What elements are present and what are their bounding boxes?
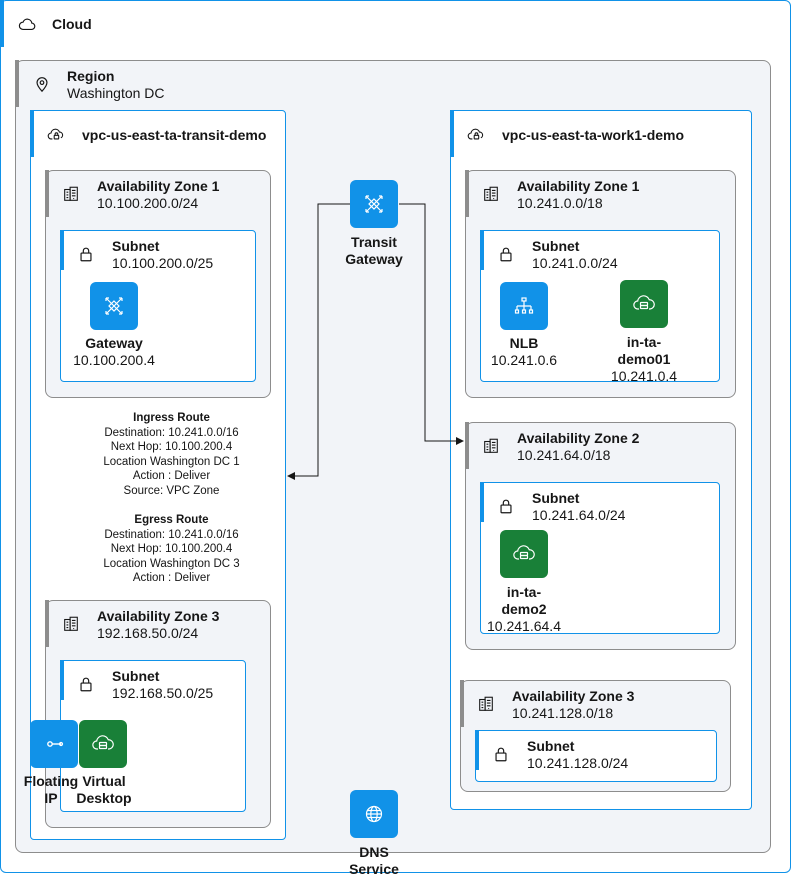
server-ip: 10.241.64.4 (487, 618, 561, 634)
egress-route: Egress Route Destination: 10.241.0.0/16 … (40, 513, 303, 586)
building-icon (62, 615, 80, 633)
subnet-accent-bar (60, 660, 64, 700)
subnet-accent-bar (60, 230, 64, 270)
server-name: in-ta- (506, 584, 542, 600)
egress-route-line: Next Hop: 10.100.200.4 (110, 543, 233, 555)
server-name: demo01 (617, 351, 671, 367)
ingress-route-line: Next Hop: 10.100.200.4 (110, 441, 233, 453)
lock-icon (77, 245, 95, 263)
transit-az1-subnet-cidr: 10.100.200.0/25 (112, 255, 214, 271)
floating-ip-label: Floating (23, 773, 79, 789)
virtual-desktop-label: Virtual (82, 773, 126, 789)
work-az1-subnet-title: Subnet (532, 238, 580, 254)
work-az2-subnet-title: Subnet (532, 490, 580, 506)
ingress-route-title: Ingress Route (133, 412, 210, 424)
lock-icon (492, 745, 510, 763)
egress-route-line: Action : Deliver (132, 572, 211, 584)
subnet-accent-bar (480, 230, 484, 270)
cloud-title: Cloud (52, 16, 92, 32)
work-az2-title: Availability Zone 2 (517, 430, 640, 446)
gateway-icon[interactable] (90, 282, 138, 330)
transit-az3-cidr: 192.168.50.0/24 (97, 625, 199, 641)
transit-az3-subnet-title: Subnet (112, 668, 160, 684)
transit-gateway-label: Transit (351, 234, 397, 250)
nlb-ip: 10.241.0.6 (490, 352, 558, 368)
subnet-accent-bar (475, 730, 479, 770)
transit-az3-title: Availability Zone 3 (97, 608, 220, 624)
vpc-icon (47, 125, 65, 143)
virtual-desktop-icon[interactable] (79, 720, 127, 768)
region-title: Region (67, 68, 115, 84)
work-az1-accent-bar (465, 170, 469, 217)
ingress-route: Ingress Route Destination: 10.241.0.0/16… (40, 411, 303, 498)
dns-service-label: DNS (359, 844, 389, 860)
transit-gateway-icon[interactable] (350, 180, 398, 228)
floating-ip-label: IP (44, 790, 58, 806)
nlb-name: NLB (509, 335, 539, 351)
work-az2-subnet-cidr: 10.241.64.0/24 (532, 507, 626, 523)
server-ip: 10.241.0.4 (610, 368, 678, 384)
ingress-route-line: Location Washington DC 1 (103, 455, 240, 468)
subnet-accent-bar (480, 482, 484, 522)
lock-icon (497, 245, 515, 263)
building-icon (482, 185, 500, 203)
dns-service-label: Service (349, 861, 399, 877)
server-name: in-ta- (626, 334, 662, 350)
transit-az3-subnet-cidr: 192.168.50.0/25 (112, 685, 214, 701)
work-az3-accent-bar (460, 680, 464, 727)
work-vpc-name: vpc-us-east-ta-work1-demo (502, 127, 685, 143)
vpc-icon (467, 125, 485, 143)
building-icon (62, 185, 80, 203)
ingress-route-line: Action : Deliver (132, 470, 211, 482)
ingress-route-line: Source: VPC Zone (123, 484, 220, 497)
transit-vpc-name: vpc-us-east-ta-transit-demo (82, 127, 267, 143)
lock-icon (497, 497, 515, 515)
transit-az1-title: Availability Zone 1 (97, 178, 220, 194)
transit-az1-cidr: 10.100.200.0/24 (97, 195, 199, 211)
lock-icon (77, 675, 95, 693)
work-vpc-accent-bar (450, 110, 454, 157)
egress-route-title: Egress Route (134, 514, 209, 526)
transit-az3-accent-bar (45, 600, 49, 647)
egress-route-line: Location Washington DC 3 (103, 557, 240, 570)
transit-az1-accent-bar (45, 170, 49, 217)
transit-vpc-accent-bar (30, 110, 34, 157)
transit-az1-subnet-title: Subnet (112, 238, 160, 254)
dns-service-icon[interactable] (350, 790, 398, 838)
gateway-name: Gateway (85, 335, 143, 351)
work-az3-title: Availability Zone 3 (512, 688, 635, 704)
gateway-ip: 10.100.200.4 (73, 352, 155, 368)
building-icon (477, 695, 495, 713)
cloud-icon (18, 15, 36, 33)
work-az3-cidr: 10.241.128.0/18 (512, 705, 614, 721)
work-az2-cidr: 10.241.64.0/18 (517, 447, 611, 463)
work-az1-cidr: 10.241.0.0/18 (517, 195, 603, 211)
load-balancer-icon[interactable] (500, 282, 548, 330)
server-icon[interactable] (500, 530, 548, 578)
work-az1-title: Availability Zone 1 (517, 178, 640, 194)
cloud-accent-bar (0, 0, 4, 47)
work-az1-subnet-cidr: 10.241.0.0/24 (532, 255, 618, 271)
ingress-route-line: Destination: 10.241.0.0/16 (104, 426, 239, 439)
work-az2-accent-bar (465, 422, 469, 469)
server-icon[interactable] (620, 280, 668, 328)
work-az3-subnet-cidr: 10.241.128.0/24 (527, 755, 629, 771)
building-icon (482, 437, 500, 455)
region-name: Washington DC (67, 85, 165, 101)
virtual-desktop-label: Desktop (76, 790, 132, 806)
server-name: demo2 (501, 601, 547, 617)
location-icon (33, 75, 51, 93)
transit-gateway-label: Gateway (345, 251, 403, 267)
egress-route-line: Destination: 10.241.0.0/16 (104, 528, 239, 541)
region-accent-bar (15, 60, 19, 107)
floating-ip-icon[interactable] (30, 720, 78, 768)
work-az3-subnet-title: Subnet (527, 738, 575, 754)
